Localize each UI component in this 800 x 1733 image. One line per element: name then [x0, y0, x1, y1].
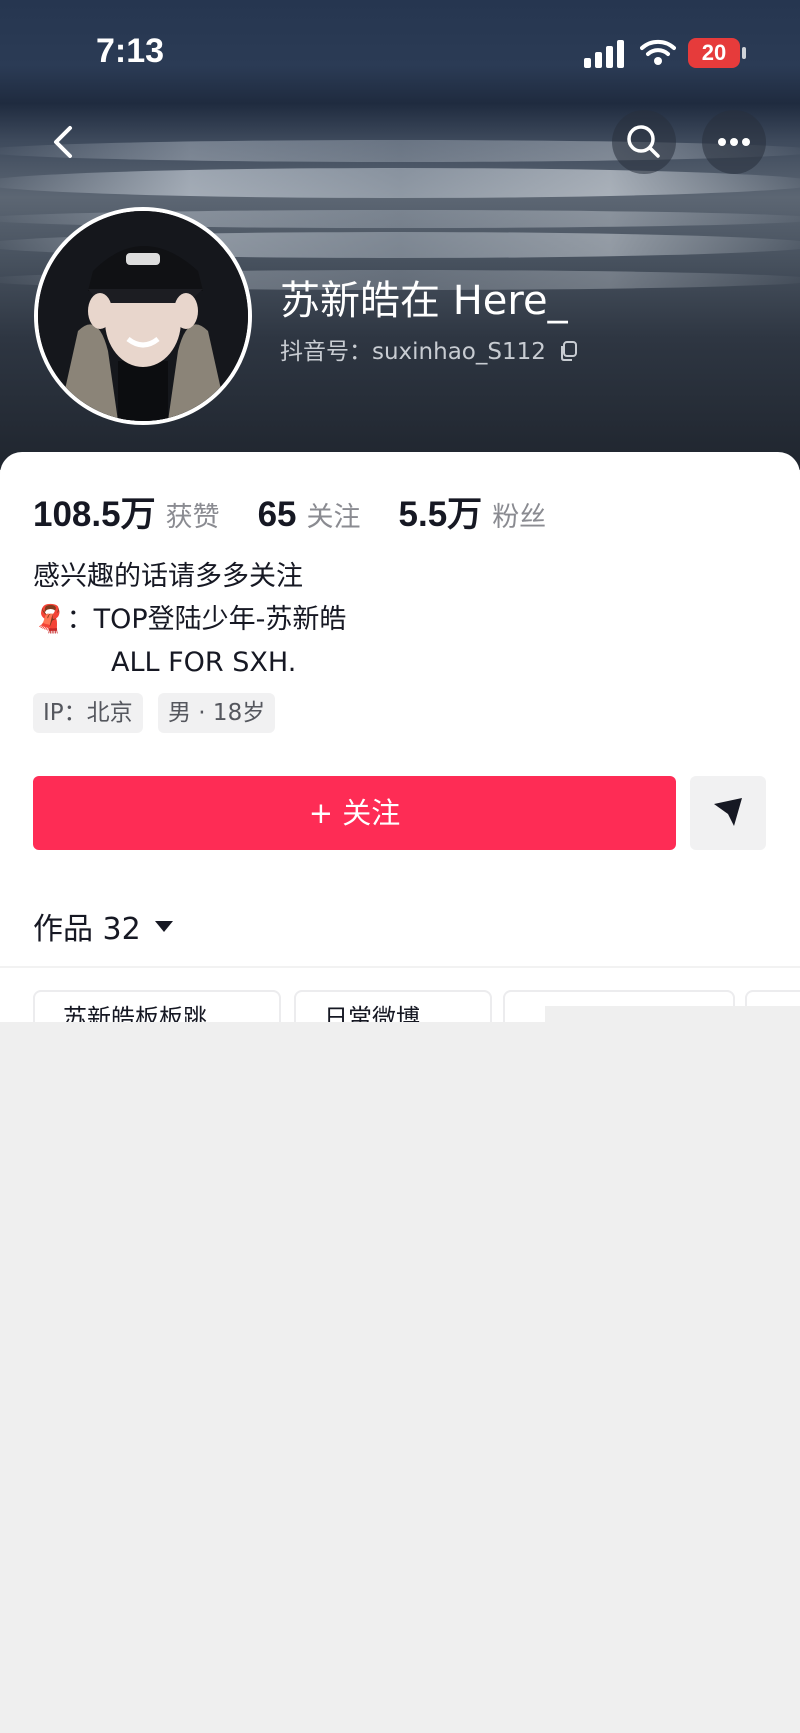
- bio-line-2: 🧣：TOP登陆少年-苏新皓: [33, 598, 346, 641]
- wifi-icon: [640, 39, 676, 65]
- likes-label: 获赞: [165, 502, 220, 533]
- profile-bio: 感兴趣的话请多多关注 🧣：TOP登陆少年-苏新皓 ALL FOR SXH.: [33, 555, 346, 684]
- following-label: 关注: [306, 502, 361, 533]
- douyin-id-text: 抖音号：suxinhao_S112: [280, 339, 546, 365]
- search-icon: [627, 125, 660, 158]
- profile-nickname: 苏新皓在 Here_: [280, 278, 568, 324]
- signal-icon: [584, 40, 624, 68]
- scarf-emoji: 🧣: [33, 604, 67, 635]
- likes-count[interactable]: 108.5万: [33, 486, 156, 537]
- back-button[interactable]: [40, 110, 88, 174]
- copy-icon[interactable]: [559, 340, 579, 362]
- more-icon: [718, 138, 750, 146]
- ip-tag: IP：北京: [33, 693, 143, 733]
- profile-card: 108.5万 获赞 65 关注 5.5万 粉丝 感兴趣的话请多多关注 🧣：TOP…: [0, 452, 800, 1040]
- share-button[interactable]: [690, 776, 766, 850]
- battery-indicator: 20: [688, 38, 740, 68]
- followers-count[interactable]: 5.5万: [399, 486, 483, 537]
- works-label: 作品 32: [33, 912, 141, 947]
- followers-label: 粉丝: [492, 502, 547, 533]
- douyin-id[interactable]: 抖音号：suxinhao_S112: [280, 332, 579, 366]
- status-bar: 7:13 20: [0, 0, 800, 100]
- dropdown-triangle-icon: [154, 921, 173, 932]
- bio-line-2-text: ：TOP登陆少年-苏新皓: [66, 604, 347, 635]
- bio-line-1: 感兴趣的话请多多关注: [33, 561, 303, 592]
- avatar[interactable]: [34, 207, 252, 425]
- status-time: 7:13: [96, 32, 165, 70]
- gender-age-tag: 男 · 18岁: [158, 693, 276, 733]
- profile-stats: 108.5万 获赞 65 关注 5.5万 粉丝: [33, 486, 584, 537]
- avatar-photo: [38, 211, 248, 421]
- loading-overlay: [0, 1022, 800, 1733]
- back-arrow-icon: [54, 126, 72, 158]
- works-tab[interactable]: 作品 32: [33, 904, 175, 948]
- share-arrow-icon: [714, 798, 742, 826]
- battery-cap: [742, 47, 746, 59]
- more-button[interactable]: [702, 110, 766, 174]
- following-count[interactable]: 65: [258, 495, 297, 535]
- bio-line-3: ALL FOR SXH.: [111, 647, 297, 678]
- section-divider: [0, 966, 800, 968]
- search-button[interactable]: [612, 110, 676, 174]
- follow-button[interactable]: + 关注: [33, 776, 676, 850]
